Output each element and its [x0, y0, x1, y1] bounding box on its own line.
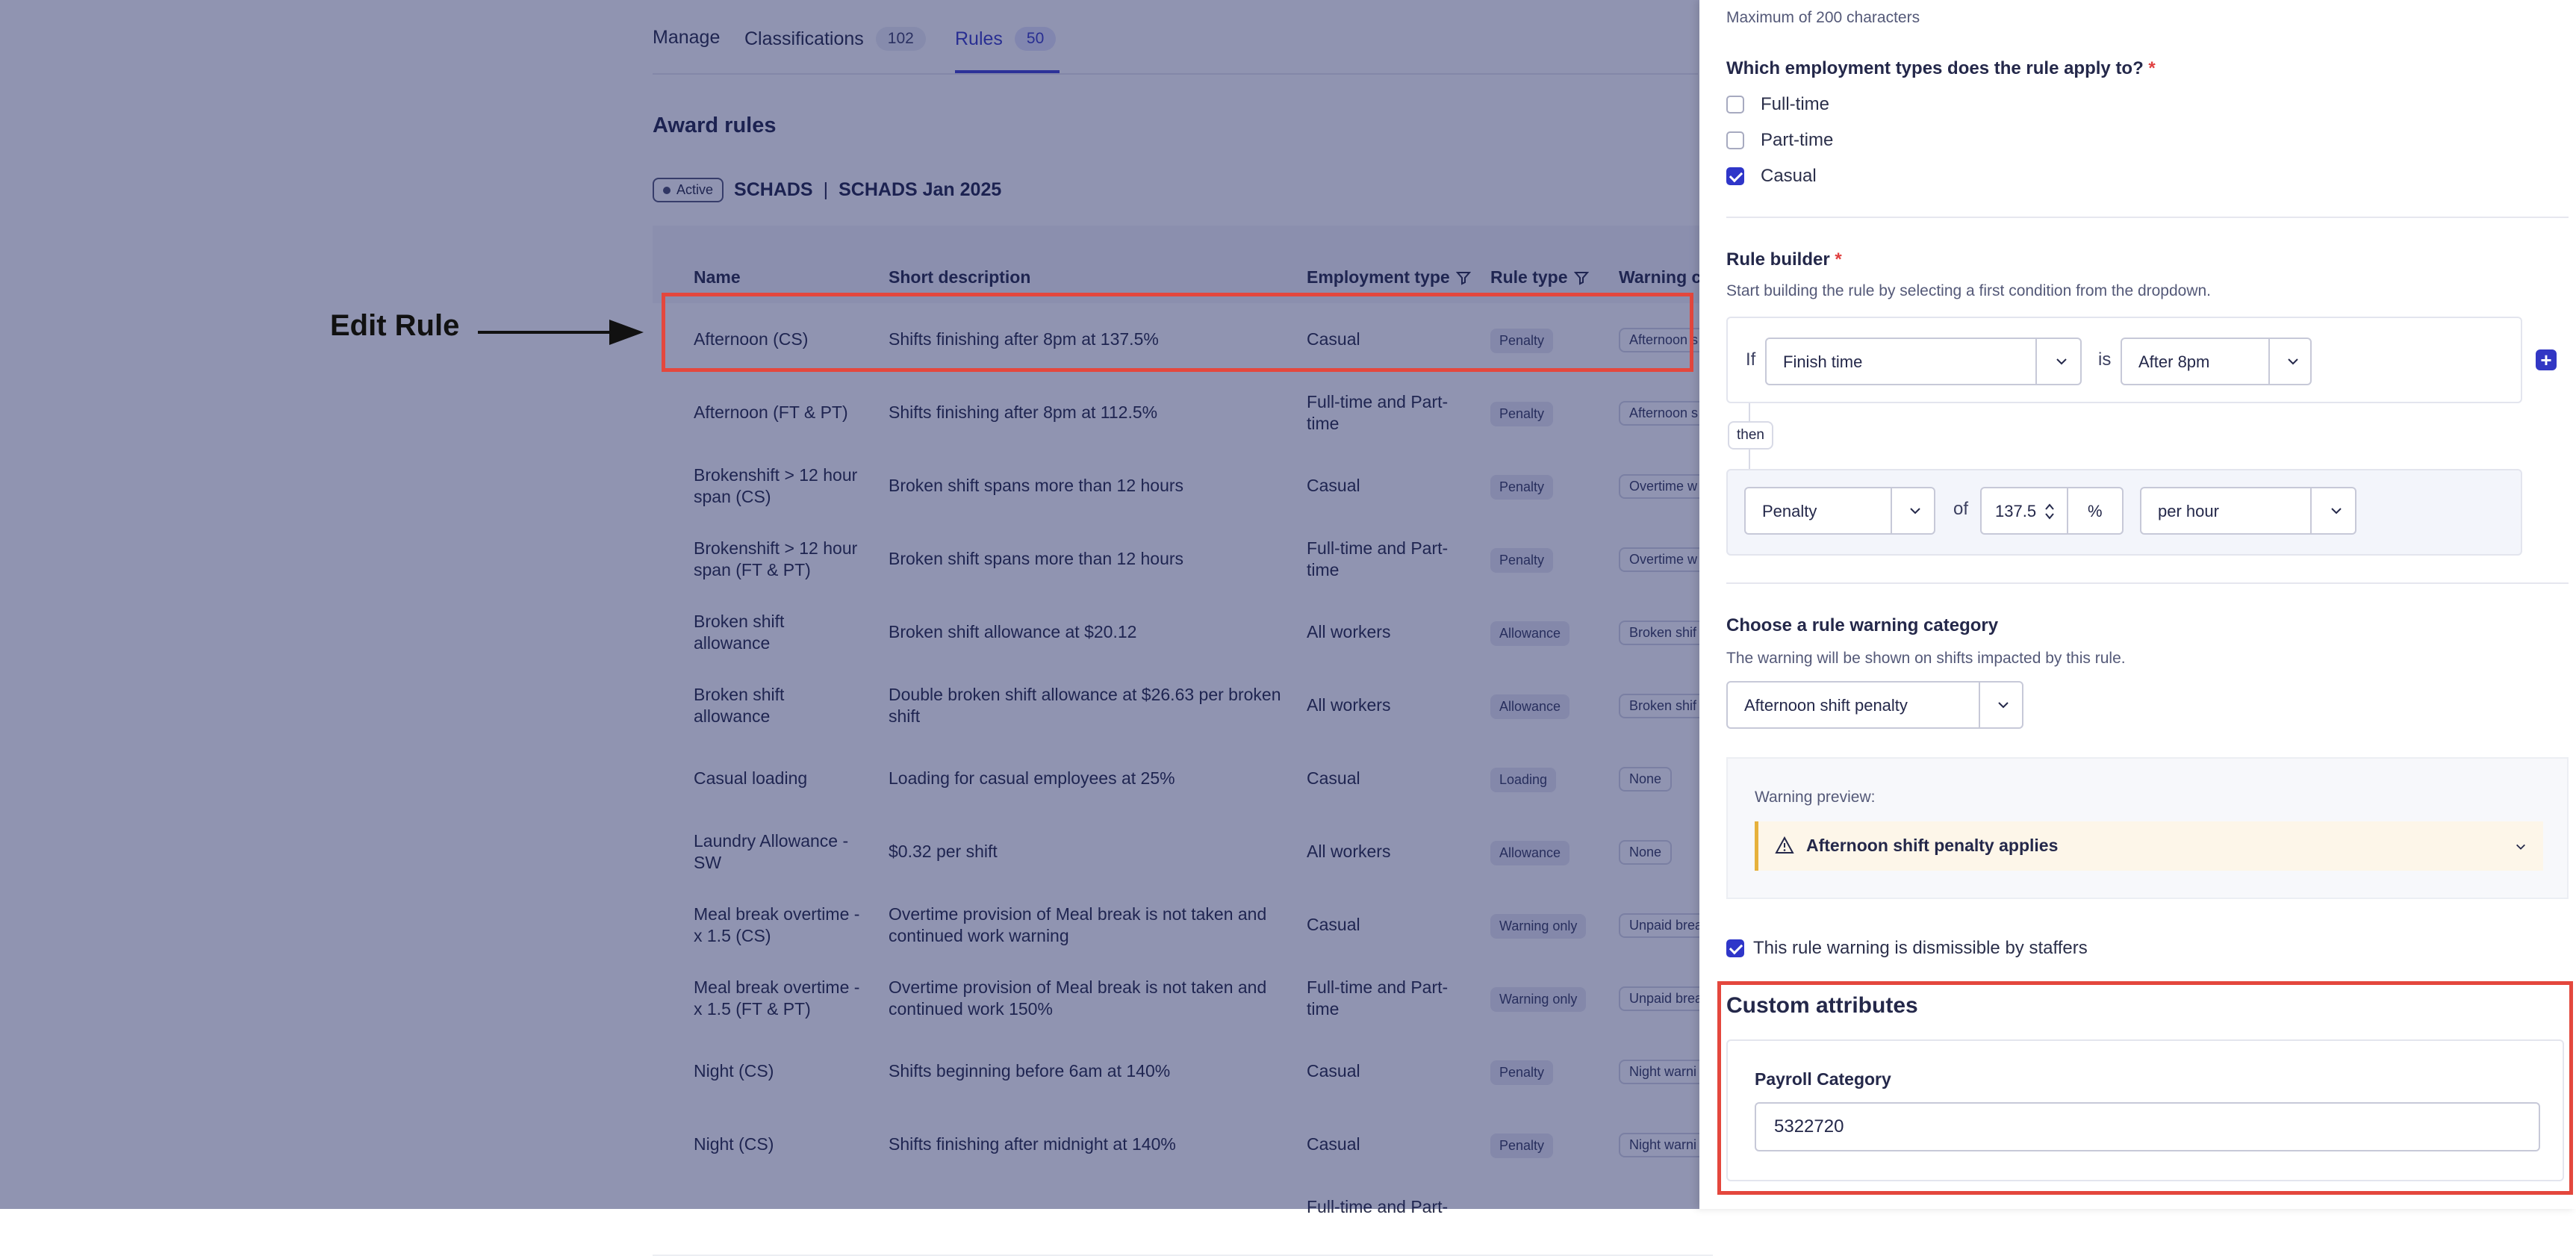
chevron-down-icon — [2331, 508, 2342, 514]
checkbox-label: Casual — [1761, 166, 1817, 186]
checkbox-full-time[interactable] — [1726, 96, 1744, 114]
payroll-category-label: Payroll Category — [1755, 1069, 1891, 1089]
payroll-category-input[interactable] — [1755, 1102, 2540, 1151]
highlight-box — [662, 293, 1693, 372]
warning-category-select[interactable]: Afternoon shift penalty — [1726, 681, 2023, 729]
warning-category-title: Choose a rule warning category — [1726, 615, 1999, 635]
rule-builder-title: Rule builder * — [1726, 249, 1842, 270]
modal-backdrop[interactable] — [0, 0, 1702, 1209]
warning-triangle-icon — [1775, 836, 1794, 854]
annotation-label: Edit Rule — [330, 309, 460, 342]
chevron-down-icon — [1910, 508, 1920, 514]
checkbox-label: Full-time — [1761, 94, 1830, 114]
condition-field-select[interactable]: Finish time — [1765, 338, 2082, 385]
unit-symbol: % — [2088, 502, 2103, 520]
chevron-down-icon — [2056, 358, 2067, 365]
warning-preview-label: Warning preview: — [1755, 789, 1876, 806]
arrow-right-icon — [478, 320, 644, 345]
award-rules-page: Manage Classifications 102 Rules 50 Awar… — [0, 0, 1714, 1256]
chevron-down-icon — [1998, 702, 2009, 709]
warning-preview-banner[interactable]: Afternoon shift penalty applies — [1755, 821, 2543, 871]
action-type-select[interactable]: Penalty — [1744, 487, 1935, 535]
employment-types-label: Which employment types does the rule app… — [1726, 58, 2156, 78]
rate-period-select[interactable]: per hour — [2140, 487, 2356, 535]
amount-stepper[interactable]: 137.5 % — [1980, 487, 2124, 535]
dismissible-checkbox[interactable] — [1726, 939, 1744, 957]
warning-category-hint: The warning will be shown on shifts impa… — [1726, 650, 2126, 667]
divider — [1726, 582, 2569, 584]
max-characters-hint: Maximum of 200 characters — [1726, 9, 1920, 26]
then-label: then — [1728, 421, 1773, 450]
chevron-down-icon[interactable] — [2515, 841, 2527, 853]
checkbox-casual[interactable] — [1726, 167, 1744, 185]
rule-builder-hint: Start building the rule by selecting a f… — [1726, 282, 2212, 299]
checkbox-label: Part-time — [1761, 130, 1834, 150]
checkbox-part-time[interactable] — [1726, 131, 1744, 149]
chevron-down-icon — [2288, 358, 2298, 365]
is-label: is — [2098, 349, 2112, 370]
add-condition-icon[interactable]: + — [2536, 349, 2557, 370]
if-label: If — [1746, 349, 1756, 370]
of-label: of — [1953, 499, 1969, 519]
stepper-arrows-icon[interactable] — [2044, 502, 2055, 521]
dismissible-label: This rule warning is dismissible by staf… — [1753, 938, 2088, 958]
condition-value-select[interactable]: After 8pm — [2121, 338, 2312, 385]
custom-attributes-title: Custom attributes — [1726, 993, 1918, 1018]
warning-preview-text: Afternoon shift penalty applies — [1806, 836, 2059, 855]
divider — [1726, 217, 2569, 218]
